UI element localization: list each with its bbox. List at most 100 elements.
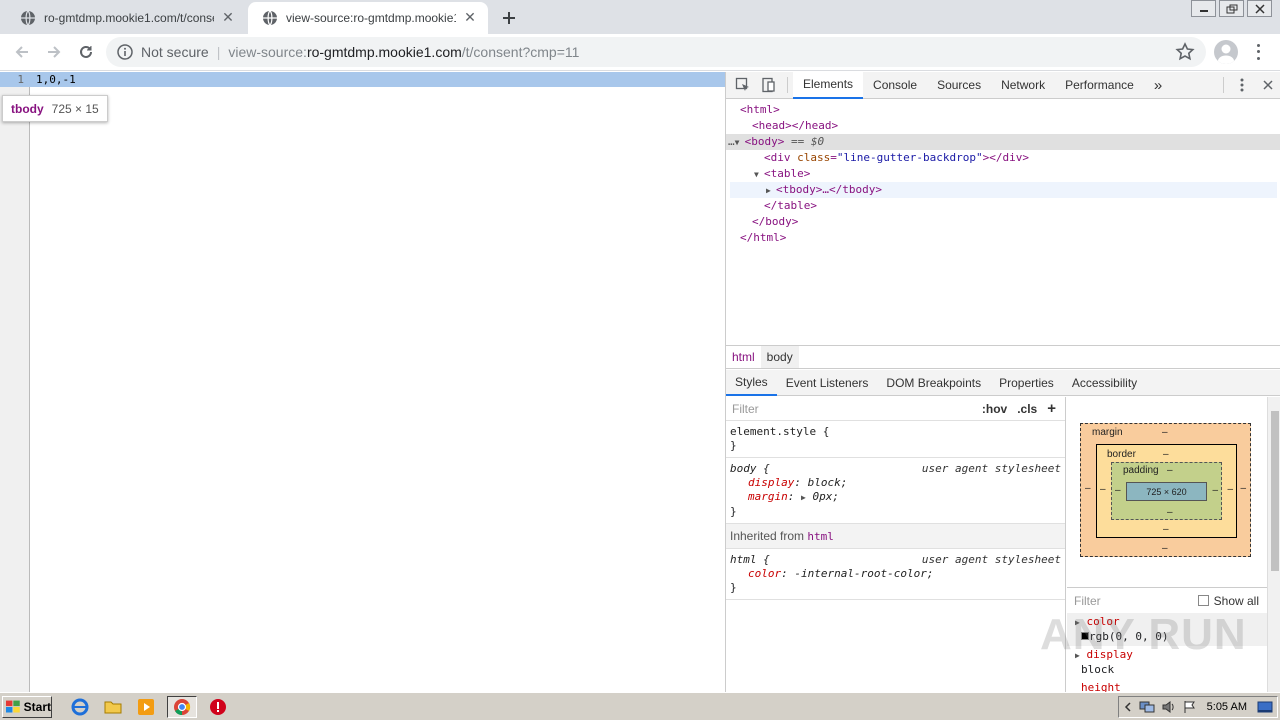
taskbar-stop-icon[interactable] — [206, 696, 230, 718]
margin-top-value[interactable]: – — [1162, 427, 1168, 438]
tab-accessibility[interactable]: Accessibility — [1063, 370, 1146, 396]
body-style-rule[interactable]: user agent stylesheet body { display: bl… — [726, 458, 1065, 524]
sidebar-tab-bar: Styles Event Listeners DOM Breakpoints P… — [726, 370, 1280, 396]
browser-tab-view-source[interactable]: view-source:ro-gmtdmp.mookie1.com ✕ — [248, 2, 488, 34]
close-tab-icon[interactable]: ✕ — [462, 10, 478, 26]
minimize-button[interactable] — [1191, 0, 1216, 17]
dom-node-html[interactable]: <html> — [726, 102, 1280, 118]
dom-node-tbody[interactable]: ▶ <tbody>…</tbody> — [730, 182, 1277, 198]
breadcrumb-body[interactable]: body — [760, 346, 799, 368]
html-style-rule[interactable]: user agent stylesheet html { color: -int… — [726, 549, 1065, 600]
tab-network[interactable]: Network — [991, 72, 1055, 99]
rule-source[interactable]: user agent stylesheet — [922, 462, 1061, 476]
maximize-button[interactable] — [1219, 0, 1244, 17]
browser-tab-consent[interactable]: ro-gmtdmp.mookie1.com/t/consent?c ✕ — [6, 2, 246, 34]
class-toggle-button[interactable]: .cls — [1012, 402, 1042, 416]
dom-node-body[interactable]: …▼ <body> == $0 — [726, 134, 1280, 150]
border-left-value[interactable]: – — [1100, 484, 1106, 495]
tab-title: view-source:ro-gmtdmp.mookie1.com — [286, 11, 456, 25]
reload-button[interactable] — [74, 40, 98, 64]
inspect-element-button[interactable] — [730, 72, 756, 98]
close-devtools-icon[interactable] — [1255, 72, 1280, 98]
box-model-content[interactable]: 725 × 620 — [1126, 482, 1207, 501]
address-bar[interactable]: Not secure | view-source: ro-gmtdmp.mooki… — [106, 37, 1206, 67]
bookmark-star-icon[interactable] — [1174, 41, 1196, 63]
styles-filter-input[interactable]: Filter — [732, 402, 977, 416]
taskbar-chrome-icon[interactable] — [167, 695, 197, 718]
taskbar-clock[interactable]: 5:05 AM — [1207, 701, 1247, 713]
breadcrumb-html[interactable]: html — [726, 350, 761, 364]
close-tab-icon[interactable]: ✕ — [220, 10, 236, 26]
security-label[interactable]: Not secure — [141, 44, 209, 60]
margin-left-value[interactable]: – — [1085, 483, 1091, 494]
tab-sources[interactable]: Sources — [927, 72, 991, 99]
tab-performance[interactable]: Performance — [1055, 72, 1144, 99]
profile-avatar[interactable] — [1214, 40, 1238, 64]
hover-state-button[interactable]: :hov — [977, 402, 1012, 416]
styles-scrollbar[interactable] — [1267, 397, 1280, 692]
margin-bottom-value[interactable]: – — [1162, 543, 1168, 554]
close-window-button[interactable] — [1247, 0, 1272, 17]
devtools-menu-icon[interactable] — [1229, 72, 1255, 98]
margin-right-value[interactable]: – — [1240, 483, 1246, 494]
padding-top-value[interactable]: – — [1167, 465, 1173, 476]
forward-button[interactable] — [42, 40, 66, 64]
person-icon — [1218, 44, 1234, 64]
expand-triangle-icon[interactable]: ▼ — [754, 167, 764, 183]
tab-elements[interactable]: Elements — [793, 71, 864, 99]
border-bottom-value[interactable]: – — [1163, 524, 1169, 535]
start-button[interactable]: Start — [2, 695, 52, 718]
style-property[interactable]: display: block; — [730, 476, 1061, 490]
tab-event-listeners[interactable]: Event Listeners — [777, 370, 878, 396]
more-tabs-icon[interactable]: » — [1144, 72, 1172, 99]
rule-source[interactable]: user agent stylesheet — [922, 553, 1061, 567]
taskbar-media-icon[interactable] — [134, 696, 158, 718]
scrollbar-thumb[interactable] — [1271, 411, 1279, 571]
padding-left-value[interactable]: – — [1115, 485, 1121, 496]
tab-styles[interactable]: Styles — [726, 370, 777, 396]
style-property[interactable]: color: -internal-root-color; — [730, 567, 1061, 581]
browser-menu-icon[interactable] — [1250, 42, 1266, 62]
show-all-checkbox[interactable] — [1197, 595, 1209, 606]
source-line-text: 1,0,-1 — [36, 73, 76, 86]
back-button[interactable] — [10, 40, 34, 64]
taskbar-ie-icon[interactable] — [68, 696, 92, 718]
dom-node-div[interactable]: <div class="line-gutter-backdrop"></div> — [726, 150, 1280, 166]
padding-right-value[interactable]: – — [1212, 485, 1218, 496]
expand-triangle-icon[interactable]: ▼ — [735, 135, 745, 151]
dom-node-table[interactable]: ▼ <table> — [726, 166, 1280, 182]
dom-node-head[interactable]: <head></head> — [726, 118, 1280, 134]
box-model-margin[interactable]: margin – – – – border – – – – padding – … — [1080, 423, 1251, 557]
reload-icon — [80, 45, 92, 58]
new-style-rule-button[interactable]: + — [1042, 400, 1061, 417]
border-top-value[interactable]: – — [1163, 449, 1169, 460]
padding-bottom-value[interactable]: – — [1167, 507, 1173, 518]
dom-node-table-close[interactable]: </table> — [726, 198, 1280, 214]
border-right-value[interactable]: – — [1227, 484, 1233, 495]
info-icon[interactable] — [117, 44, 133, 60]
show-desktop-icon[interactable] — [1257, 700, 1273, 714]
device-toolbar-button[interactable] — [756, 72, 782, 98]
collapse-triangle-icon[interactable]: ▶ — [766, 183, 776, 199]
flag-icon[interactable] — [1183, 700, 1197, 714]
tray-arrow-icon[interactable] — [1123, 702, 1133, 712]
tab-console[interactable]: Console — [863, 72, 927, 99]
volume-icon[interactable] — [1161, 700, 1177, 714]
styles-pane: Filter :hov .cls + element.style { } use… — [726, 397, 1066, 692]
dom-node-html-close[interactable]: </html> — [726, 230, 1280, 246]
inherited-from-link[interactable]: html — [807, 530, 834, 543]
tab-dom-breakpoints[interactable]: DOM Breakpoints — [877, 370, 990, 396]
node-actions-ellipsis[interactable]: … — [728, 135, 735, 148]
network-icon[interactable] — [1139, 700, 1155, 714]
tab-properties[interactable]: Properties — [990, 370, 1063, 396]
dom-node-body-close[interactable]: </body> — [726, 214, 1280, 230]
box-model-border[interactable]: border – – – – padding – – – – 725 × 620 — [1096, 444, 1237, 538]
watermark-logo: ANY RUN — [1040, 610, 1247, 659]
element-style-rule[interactable]: element.style { } — [726, 421, 1065, 458]
taskbar-explorer-icon[interactable] — [101, 696, 125, 718]
style-property[interactable]: margin: ▶ 0px; — [730, 490, 1061, 505]
new-tab-button[interactable] — [498, 7, 520, 29]
computed-filter-input[interactable]: Filter — [1074, 594, 1198, 608]
expand-triangle-icon[interactable]: ▶ — [801, 493, 806, 502]
box-model-padding[interactable]: padding – – – – 725 × 620 — [1111, 462, 1222, 520]
